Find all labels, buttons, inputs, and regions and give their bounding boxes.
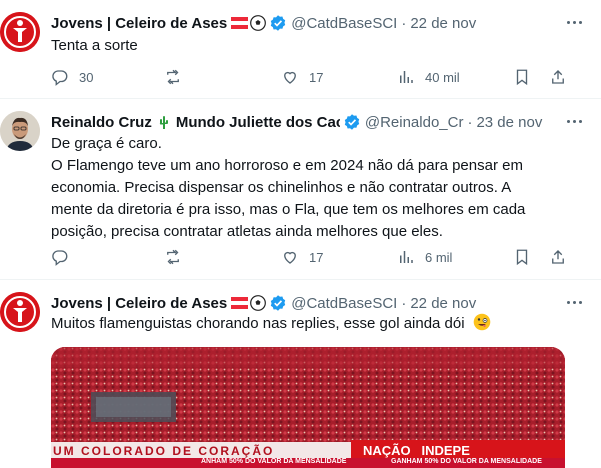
tweet-text: Muitos flamenguistas chorando nas replie… bbox=[51, 313, 561, 335]
like-icon bbox=[284, 71, 296, 84]
like-count: 17 bbox=[309, 69, 324, 85]
verified-badge-icon bbox=[271, 15, 286, 31]
tweet-text-line: economia. Precisa dispensar os chinelinh… bbox=[51, 179, 512, 196]
retweet-icon bbox=[167, 249, 179, 265]
retweet-button[interactable] bbox=[164, 248, 192, 266]
author-name[interactable]: Jovens | Celeiro de Ases bbox=[51, 295, 267, 312]
zany-face-emoji-icon bbox=[473, 313, 491, 331]
author-handle[interactable]: @Reinaldo_Cr bbox=[365, 114, 464, 131]
bookmark-icon bbox=[516, 249, 528, 266]
views-count: 6 mil bbox=[425, 249, 453, 265]
inter-logo-icon bbox=[0, 12, 40, 52]
cactus-icon bbox=[159, 116, 168, 129]
share-button[interactable] bbox=[549, 68, 567, 86]
stadium-ad-right: GANHAM 50% DO VALOR DA MENSALIDADE bbox=[391, 458, 542, 465]
author-handle[interactable]: @CatdBaseSCI bbox=[291, 295, 397, 312]
inter-logo-icon bbox=[0, 292, 40, 332]
bookmark-button[interactable] bbox=[513, 68, 531, 86]
stadium-banner-left: UM COLORADO DE CORAÇÃO bbox=[53, 444, 275, 458]
separator-dot: · bbox=[401, 14, 407, 32]
reply-icon bbox=[52, 70, 68, 86]
tweet-actions: 30 17 40 mil bbox=[51, 67, 564, 87]
tweet-text: Tenta a sorte bbox=[51, 37, 138, 54]
tweet-text-line: De graça é caro. bbox=[51, 135, 162, 152]
avatar[interactable] bbox=[0, 12, 40, 52]
reply-button[interactable] bbox=[51, 248, 79, 266]
reply-icon bbox=[52, 250, 68, 266]
reply-button[interactable]: 30 bbox=[51, 68, 93, 86]
views-button[interactable]: 6 mil bbox=[397, 248, 452, 266]
tweet-header: Jovens | Celeiro de Ases @CatdBaseSCI · … bbox=[51, 12, 561, 34]
tweet-actions: 17 6 mil bbox=[51, 247, 564, 267]
author-name[interactable]: Jovens | Celeiro de Ases bbox=[51, 15, 267, 32]
tweet-date[interactable]: 22 de nov bbox=[410, 295, 476, 312]
share-icon bbox=[552, 70, 564, 84]
views-button[interactable]: 40 mil bbox=[397, 68, 460, 86]
like-button[interactable]: 17 bbox=[281, 68, 323, 86]
bookmark-button[interactable] bbox=[513, 248, 531, 266]
like-count: 17 bbox=[309, 249, 324, 265]
views-count: 40 mil bbox=[425, 69, 460, 85]
profile-photo-icon bbox=[0, 111, 40, 151]
tweet-text-line: O Flamengo teve um ano horroroso e em 20… bbox=[51, 157, 523, 174]
avatar[interactable] bbox=[0, 292, 40, 332]
tweet[interactable]: Reinaldo Cruz Mundo Juliette dos Cac @Re… bbox=[0, 99, 601, 280]
more-icon[interactable] bbox=[567, 16, 587, 28]
like-button[interactable]: 17 bbox=[281, 248, 323, 266]
reply-count: 30 bbox=[79, 69, 94, 85]
soccer-ball-icon bbox=[250, 295, 267, 311]
more-icon[interactable] bbox=[567, 115, 587, 127]
tweet-header: Jovens | Celeiro de Ases @CatdBaseSCI · … bbox=[51, 292, 561, 314]
verified-badge-icon bbox=[271, 295, 286, 311]
views-icon bbox=[400, 251, 413, 263]
tweet-text-line: mente da diretoria é pra isso, mas o Fla… bbox=[51, 201, 526, 218]
views-icon bbox=[400, 71, 413, 83]
tweet[interactable]: Jovens | Celeiro de Ases @CatdBaseSCI · … bbox=[0, 0, 601, 99]
tweet-date[interactable]: 22 de nov bbox=[410, 15, 476, 32]
bookmark-icon bbox=[516, 69, 528, 86]
tweet-media-image[interactable]: UM COLORADO DE CORAÇÃO NAÇÃO INDEPE ANHA… bbox=[51, 347, 565, 468]
more-icon[interactable] bbox=[567, 296, 587, 308]
stadium-banner-right: NAÇÃO INDEPE bbox=[363, 443, 470, 458]
tweet-text-line: posição, precisa contratar atletas ainda… bbox=[51, 223, 443, 240]
soccer-ball-icon bbox=[250, 15, 267, 31]
austria-flag-icon bbox=[231, 17, 249, 29]
retweet-icon bbox=[167, 69, 179, 85]
avatar[interactable] bbox=[0, 111, 40, 151]
author-name[interactable]: Reinaldo Cruz Mundo Juliette dos Cac bbox=[51, 114, 340, 131]
share-button[interactable] bbox=[549, 248, 567, 266]
author-handle[interactable]: @CatdBaseSCI bbox=[291, 15, 397, 32]
tweet-text: De graça é caro. O Flamengo teve um ano … bbox=[51, 133, 571, 243]
like-icon bbox=[284, 251, 296, 264]
separator-dot: · bbox=[467, 113, 473, 131]
tweet-date[interactable]: 23 de nov bbox=[476, 114, 542, 131]
share-icon bbox=[552, 250, 564, 264]
tweet-text-content: Muitos flamenguistas chorando nas replie… bbox=[51, 315, 465, 332]
austria-flag-icon bbox=[231, 297, 249, 309]
tweet[interactable]: Jovens | Celeiro de Ases @CatdBaseSCI · … bbox=[0, 280, 601, 468]
separator-dot: · bbox=[401, 294, 407, 312]
stadium-ad-left: ANHAM 50% DO VALOR DA MENSALIDADE bbox=[201, 458, 347, 465]
retweet-button[interactable] bbox=[164, 68, 192, 86]
verified-badge-icon bbox=[344, 114, 360, 130]
tweet-header: Reinaldo Cruz Mundo Juliette dos Cac @Re… bbox=[51, 111, 561, 133]
